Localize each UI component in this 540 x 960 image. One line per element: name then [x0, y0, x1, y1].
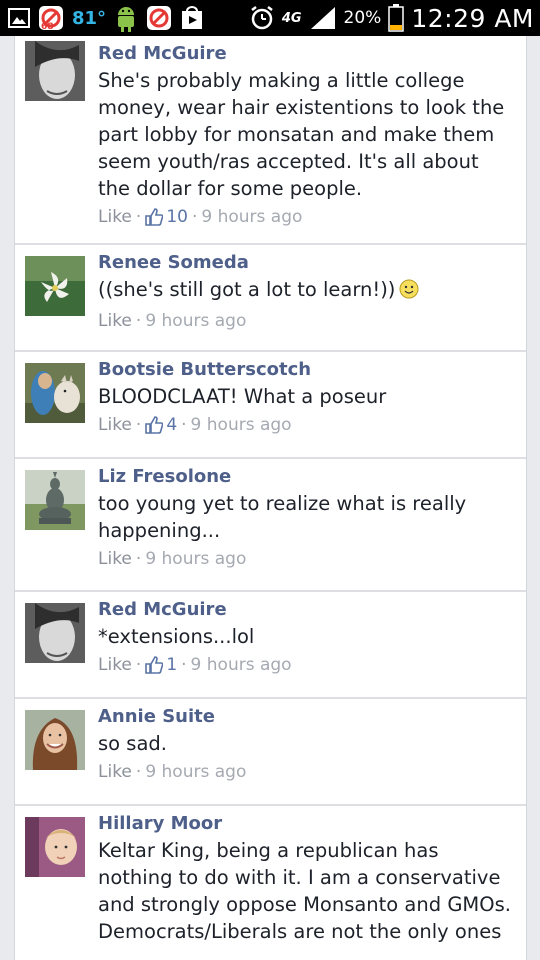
like-count[interactable]: 4 — [145, 413, 177, 437]
separator-dot: · — [191, 207, 198, 227]
like-link[interactable]: Like — [98, 653, 132, 677]
comment-item: Bootsie Butterscotch BLOODCLAAT! What a … — [15, 352, 526, 459]
comment-item: Liz Fresolone too young yet to realize w… — [15, 459, 526, 592]
separator-dot: · — [135, 415, 142, 435]
comment-timestamp: 9 hours ago — [145, 549, 247, 569]
comment-text-content: ((she's still got a lot to learn!)) — [98, 278, 396, 301]
comment-timestamp: 9 hours ago — [201, 207, 303, 227]
comment-meta: Like · 1 · 9 hours ago — [98, 653, 512, 677]
commenter-name[interactable]: Annie Suite — [98, 705, 512, 729]
play-store-icon — [180, 5, 204, 31]
separator-dot: · — [181, 415, 187, 435]
comment-text: too young yet to realize what is really … — [98, 492, 467, 542]
comment-item: Annie Suite so sad. Like · 9 hours ago — [15, 699, 526, 806]
commenter-name[interactable]: Red McGuire — [98, 598, 512, 622]
comment-meta: Like · 10 · 9 hours ago — [98, 205, 512, 229]
temperature-readout: 81° — [72, 7, 107, 29]
like-count-value: 4 — [166, 415, 178, 435]
notification-badge-icon: 68 — [38, 5, 64, 31]
separator-dot: · — [135, 762, 142, 782]
avatar[interactable] — [25, 256, 85, 316]
like-count[interactable]: 1 — [145, 653, 177, 677]
commenter-name[interactable]: Bootsie Butterscotch — [98, 358, 512, 382]
comment-timestamp: 9 hours ago — [145, 311, 247, 331]
comment-item: Renee Someda ((she's still got a lot to … — [15, 245, 526, 352]
avatar[interactable] — [25, 363, 85, 423]
android-icon — [114, 3, 138, 33]
avatar[interactable] — [25, 603, 85, 663]
commenter-name[interactable]: Renee Someda — [98, 251, 512, 275]
comment-timestamp: 9 hours ago — [145, 762, 247, 782]
separator-dot: · — [135, 311, 142, 331]
separator-dot: · — [135, 207, 142, 227]
comments-feed[interactable]: Red McGuire She's probably making a litt… — [14, 36, 527, 960]
comment-meta: Like · 9 hours ago — [98, 547, 512, 571]
commenter-name[interactable]: Liz Fresolone — [98, 465, 512, 489]
comment-timestamp: 9 hours ago — [190, 415, 292, 435]
like-link[interactable]: Like — [98, 413, 132, 437]
commenter-name[interactable]: Red McGuire — [98, 42, 512, 66]
like-count[interactable]: 10 — [145, 205, 188, 229]
avatar[interactable] — [25, 710, 85, 770]
network-type: 4G — [281, 10, 302, 26]
comment-meta: Like · 9 hours ago — [98, 309, 512, 333]
comment-meta: Like · 4 · 9 hours ago — [98, 413, 512, 437]
separator-dot: · — [181, 655, 187, 675]
like-link[interactable]: Like — [98, 309, 132, 333]
smiley-icon — [399, 279, 419, 306]
commenter-name[interactable]: Hillary Moor — [98, 812, 512, 836]
separator-dot: · — [135, 655, 142, 675]
thumbs-up-icon — [145, 208, 164, 226]
notification-badge-icon — [146, 5, 172, 31]
comment-meta: Like · 9 hours ago — [98, 760, 512, 784]
avatar[interactable] — [25, 41, 85, 101]
comment-text: BLOODCLAAT! What a poseur — [98, 385, 387, 408]
comment-text: She's probably making a little college m… — [98, 69, 505, 200]
comment-item: Red McGuire She's probably making a litt… — [15, 36, 526, 245]
like-count-value: 1 — [166, 655, 178, 675]
clock: 12:29 AM — [411, 3, 534, 33]
status-bar: 68 81° 4G 20% 12:29 AM — [0, 0, 540, 36]
comment-item: Red McGuire *extensions...lol Like · 1 ·… — [15, 592, 526, 699]
battery-icon — [388, 4, 405, 32]
comment-text: ((she's still got a lot to learn!)) — [98, 276, 512, 306]
alarm-icon — [249, 5, 275, 31]
comment-text: *extensions...lol — [98, 625, 255, 648]
svg-text:68: 68 — [41, 22, 54, 31]
comment-text: so sad. — [98, 732, 167, 755]
like-link[interactable]: Like — [98, 547, 132, 571]
avatar[interactable] — [25, 470, 85, 530]
like-count-value: 10 — [166, 207, 188, 227]
signal-icon — [309, 6, 337, 30]
comment-text: Keltar King, being a republican has noth… — [98, 839, 511, 943]
avatar[interactable] — [25, 817, 85, 877]
thumbs-up-icon — [145, 656, 164, 674]
thumbs-up-icon — [145, 416, 164, 434]
battery-percent: 20% — [343, 8, 382, 28]
comment-item: Hillary Moor Keltar King, being a republ… — [15, 806, 526, 960]
gallery-icon — [8, 8, 30, 28]
like-link[interactable]: Like — [98, 205, 132, 229]
comment-timestamp: 9 hours ago — [190, 655, 292, 675]
like-link[interactable]: Like — [98, 760, 132, 784]
separator-dot: · — [135, 549, 142, 569]
